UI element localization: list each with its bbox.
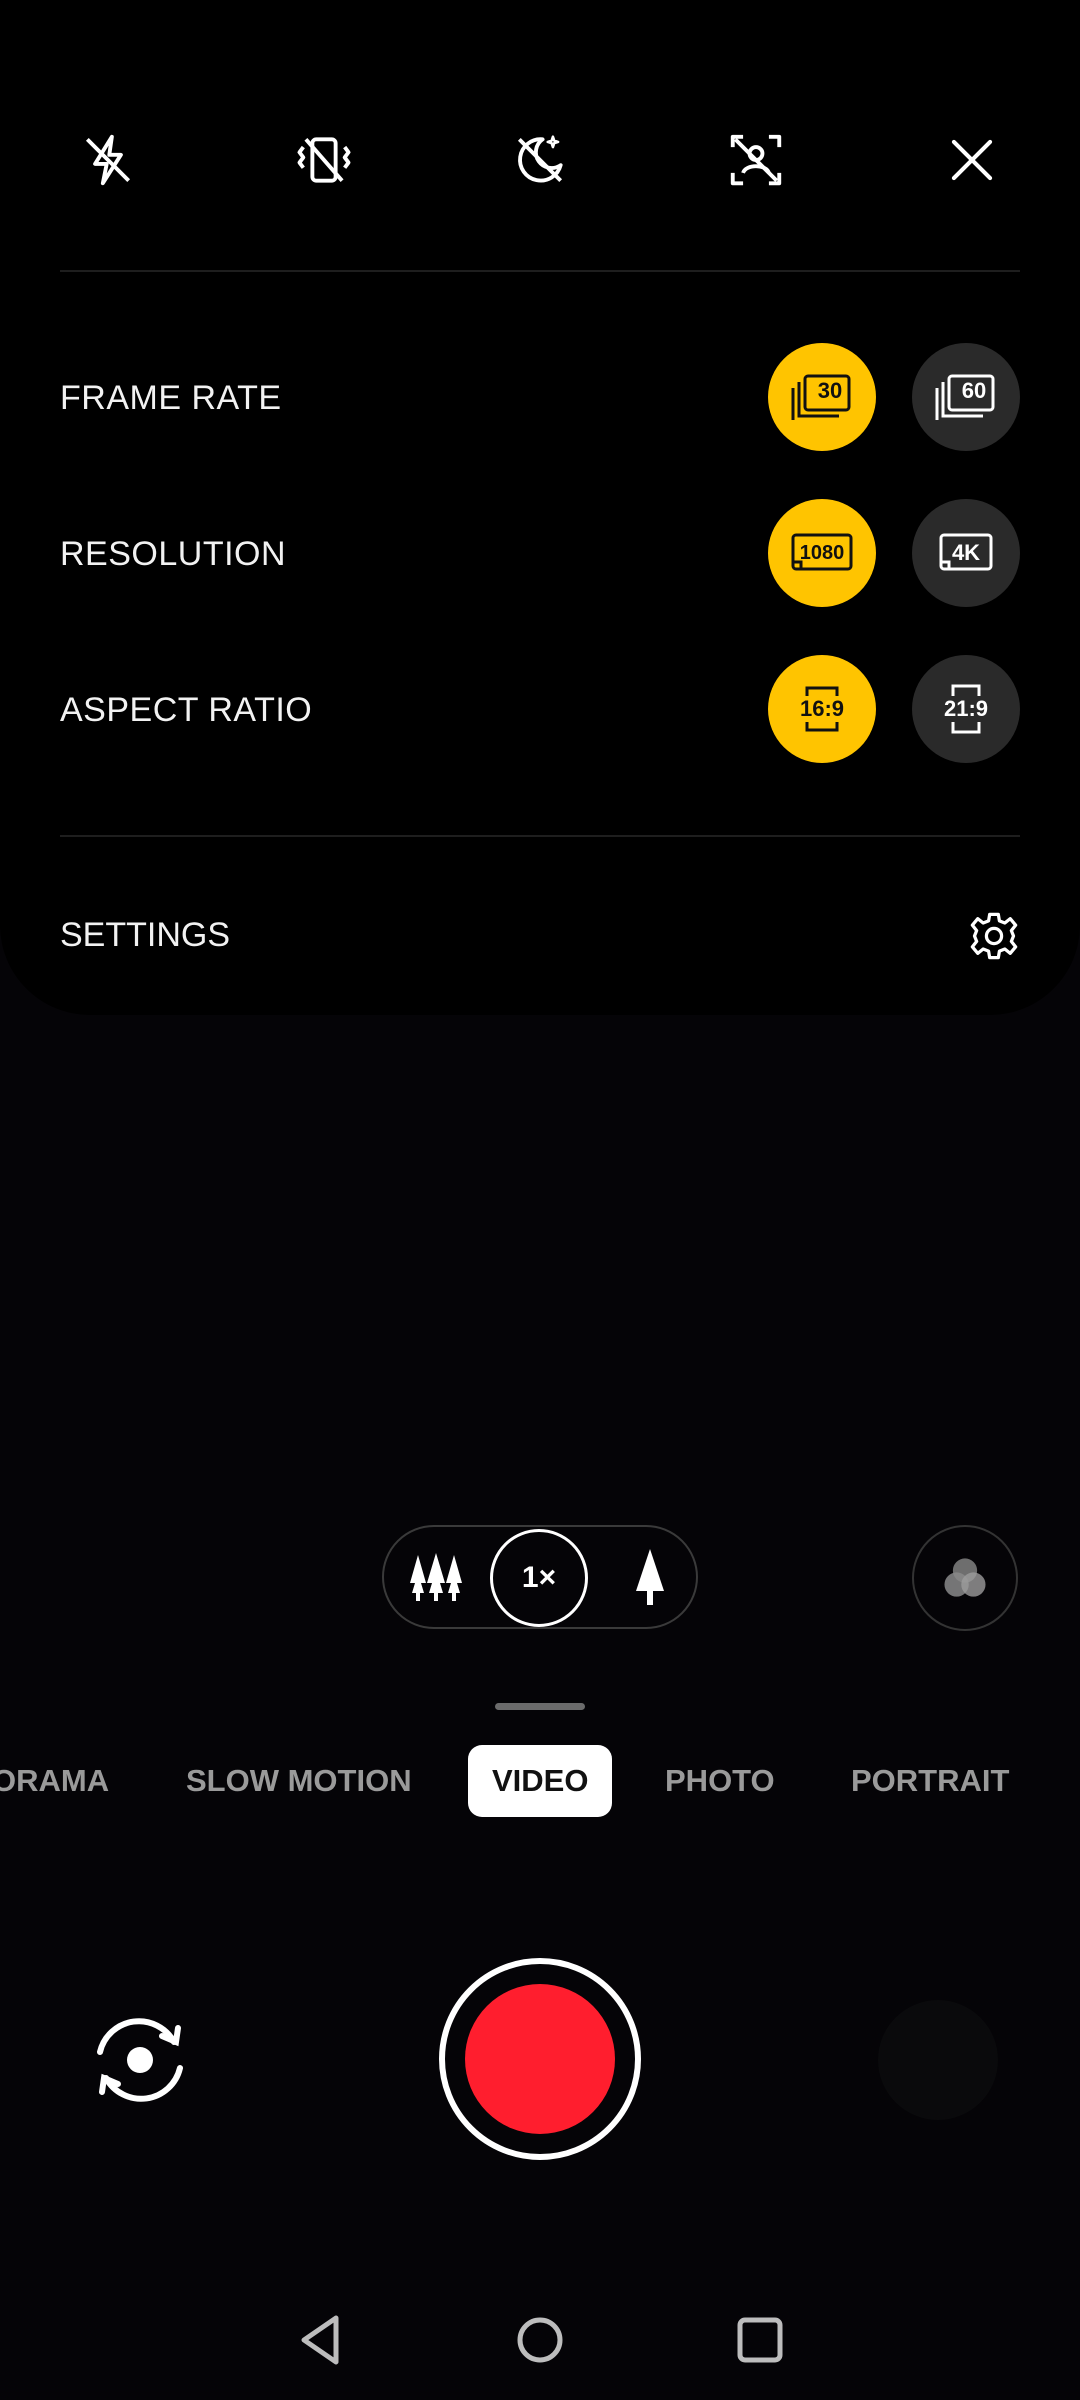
resolution-4k-button[interactable]: 4K: [912, 499, 1020, 607]
filter-button[interactable]: [912, 1525, 1018, 1631]
divider: [60, 835, 1020, 837]
gallery-thumbnail[interactable]: [878, 2000, 998, 2120]
aspect-21-9-button[interactable]: 21:9: [912, 655, 1020, 763]
flip-camera-icon[interactable]: [88, 2008, 192, 2112]
video-settings-panel: FRAME RATE 30 60 RESOLUTION 1080 4K ASPE…: [0, 0, 1080, 1015]
aspect-21-9-icon: 21:9: [933, 684, 999, 734]
back-icon[interactable]: [292, 2310, 352, 2370]
resolution-row: RESOLUTION 1080 4K: [0, 499, 1080, 609]
resolution-1080-button[interactable]: 1080: [768, 499, 876, 607]
mode-portrait[interactable]: PORTRAIT: [851, 1745, 1009, 1817]
settings-label: SETTINGS: [60, 916, 231, 954]
frame-rate-60-button[interactable]: 60: [912, 343, 1020, 451]
zoom-1x-button[interactable]: 1×: [490, 1529, 588, 1627]
frame-rate-30-button[interactable]: 30: [768, 343, 876, 451]
focus-tracking-off-icon[interactable]: [696, 100, 816, 220]
recents-icon[interactable]: [730, 2310, 790, 2370]
wide-angle-icon[interactable]: [406, 1549, 466, 1605]
system-nav-bar: [0, 2270, 1080, 2400]
mode-slow-motion[interactable]: SLOW MOTION: [186, 1745, 412, 1817]
resolution-label: RESOLUTION: [60, 535, 287, 573]
camera-screen: FRAME RATE 30 60 RESOLUTION 1080 4K ASPE…: [0, 0, 1080, 2400]
quick-toggles: [0, 100, 1080, 220]
frame-rate-60-icon: 60: [933, 372, 999, 422]
flash-off-icon[interactable]: [48, 100, 168, 220]
close-icon[interactable]: [912, 100, 1032, 220]
drawer-handle[interactable]: [495, 1703, 585, 1710]
resolution-4k-icon: 4K: [933, 528, 999, 578]
frame-rate-label: FRAME RATE: [60, 379, 282, 417]
mode-panorama[interactable]: ORAMA: [0, 1745, 109, 1817]
divider: [60, 270, 1020, 272]
frame-rate-row: FRAME RATE 30 60: [0, 343, 1080, 453]
frame-rate-30-icon: 30: [789, 372, 855, 422]
aspect-16-9-button[interactable]: 16:9: [768, 655, 876, 763]
record-button[interactable]: [439, 1958, 641, 2160]
zoom-selector: 1×: [382, 1525, 698, 1629]
mode-selector: ORAMA SLOW MOTION VIDEO PHOTO PORTRAIT: [0, 1745, 1080, 1817]
night-off-icon[interactable]: [480, 100, 600, 220]
filter-icon: [944, 1558, 986, 1597]
telephoto-icon[interactable]: [626, 1547, 674, 1607]
resolution-1080-icon: 1080: [789, 528, 855, 578]
mode-video[interactable]: VIDEO: [468, 1745, 613, 1817]
aspect-16-9-icon: 16:9: [789, 684, 855, 734]
stabilization-off-icon[interactable]: [264, 100, 384, 220]
aspect-ratio-row: ASPECT RATIO 16:9 21:9: [0, 655, 1080, 765]
aspect-ratio-label: ASPECT RATIO: [60, 691, 313, 729]
mode-photo[interactable]: PHOTO: [665, 1745, 775, 1817]
gear-icon[interactable]: [968, 910, 1020, 962]
settings-row[interactable]: SETTINGS: [0, 880, 1080, 990]
record-indicator: [465, 1984, 615, 2134]
home-icon[interactable]: [510, 2310, 570, 2370]
